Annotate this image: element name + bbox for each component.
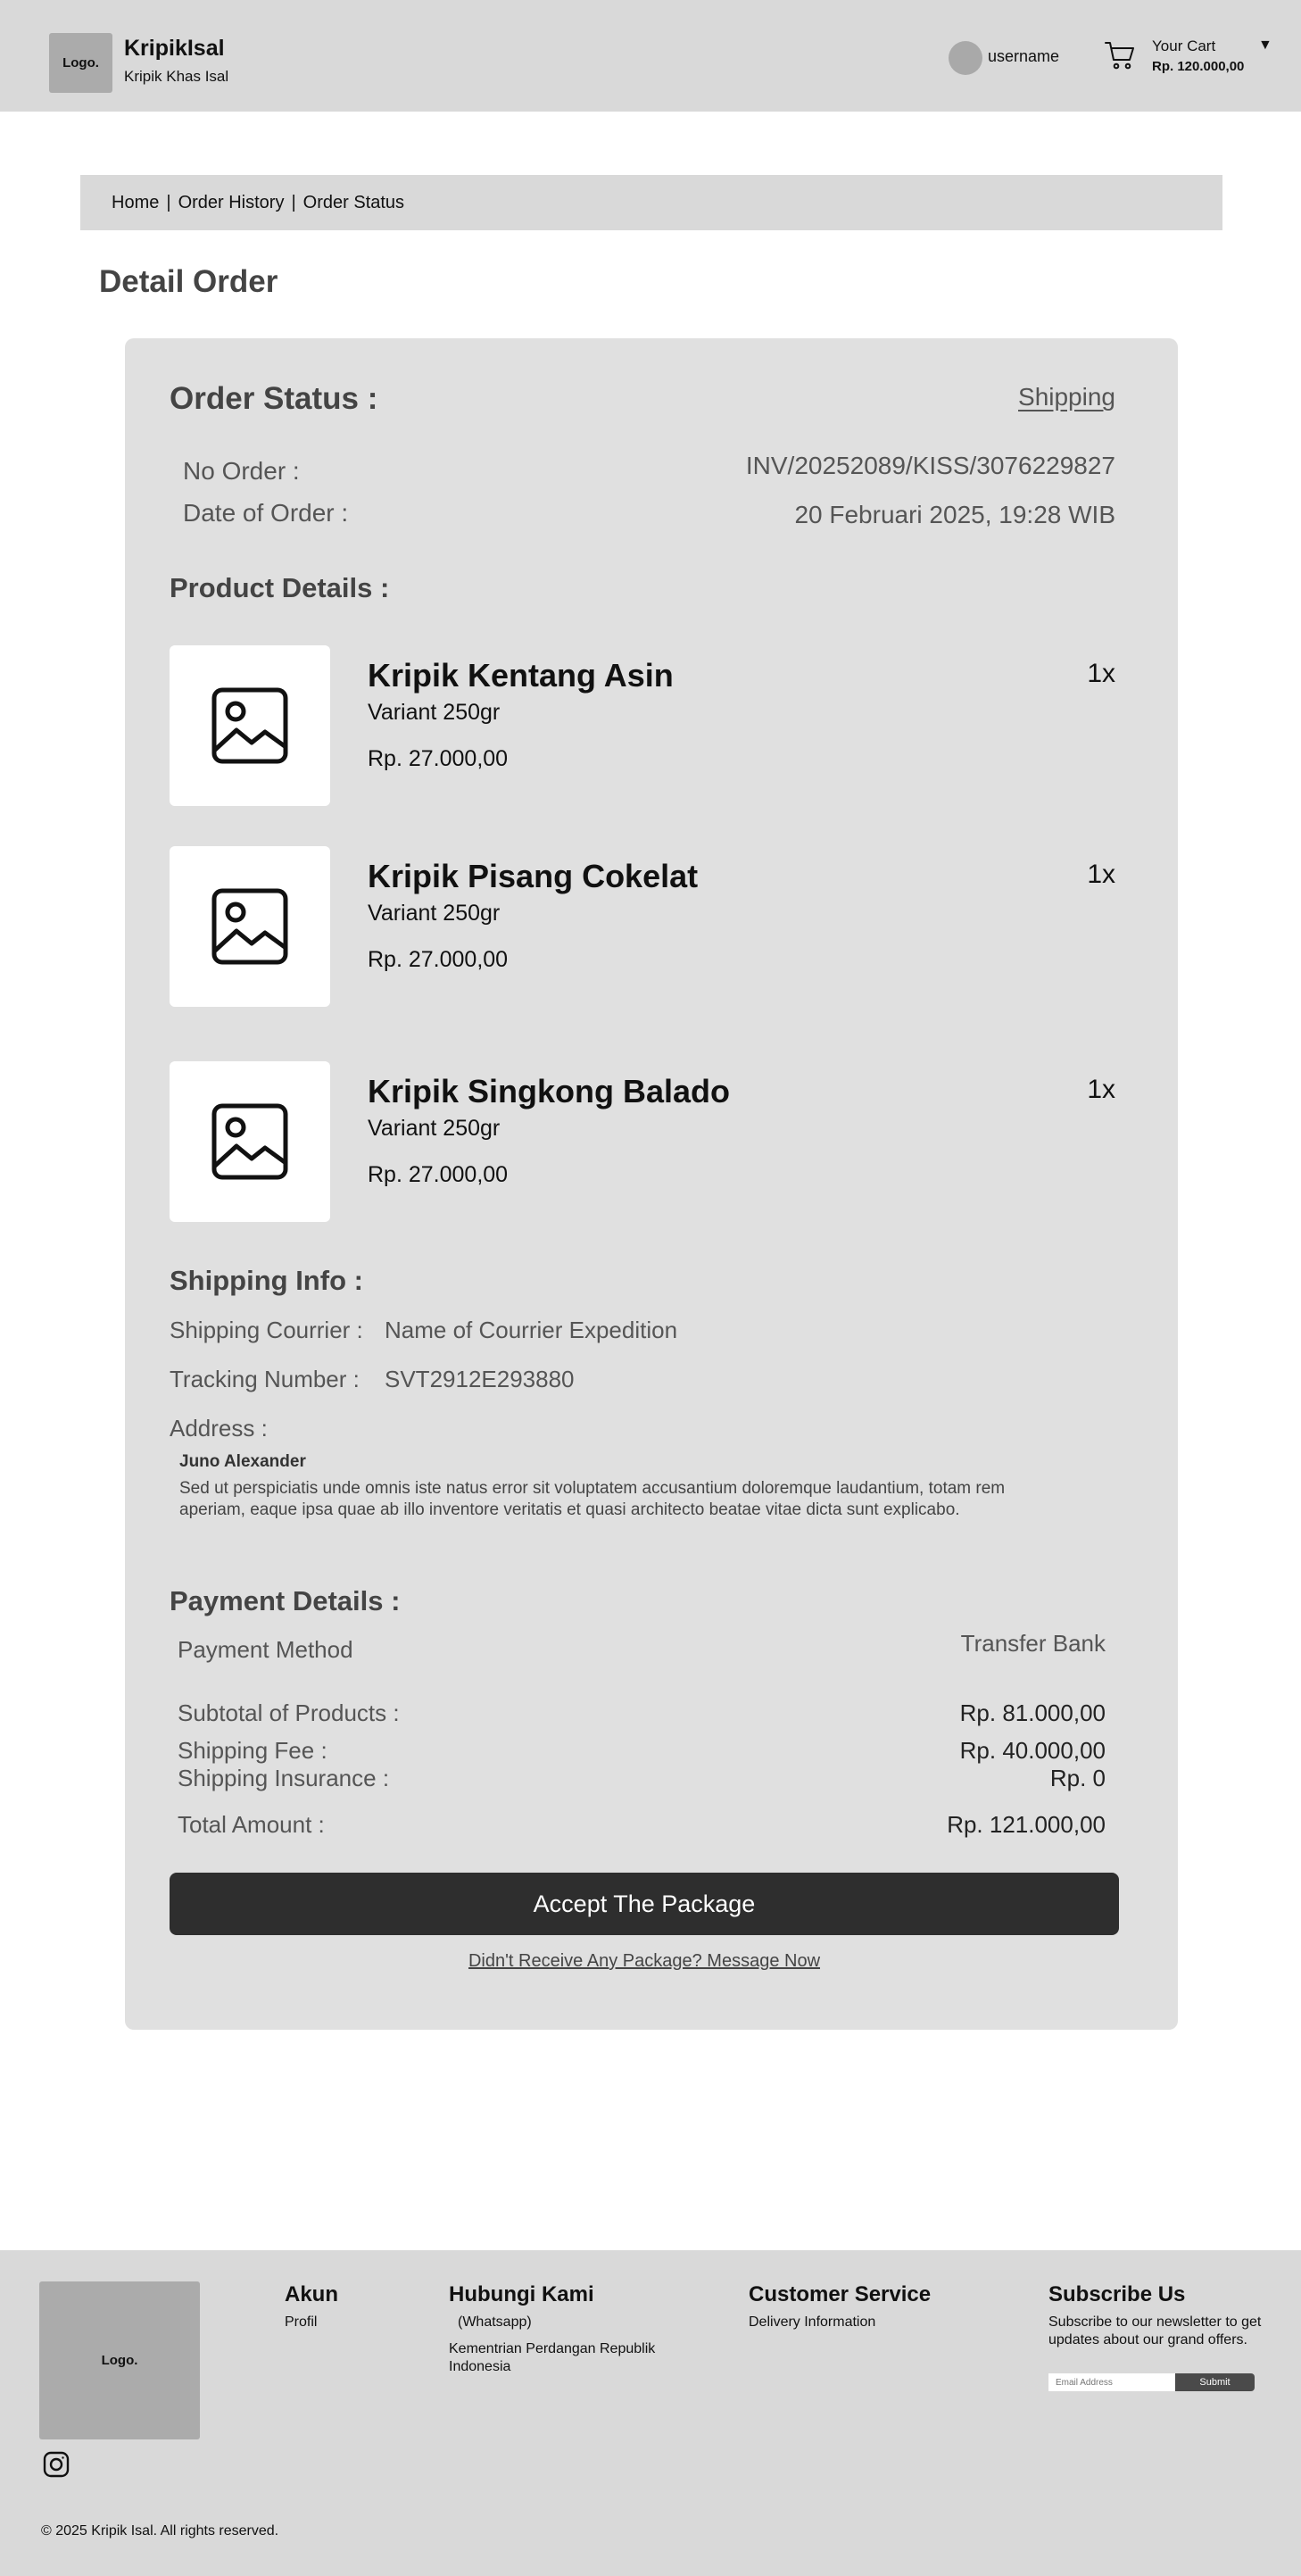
brand-name[interactable]: KripikIsal [124, 36, 225, 62]
shipping-fee-label: Shipping Fee : [178, 1737, 327, 1764]
order-status-heading: Order Status : [170, 381, 378, 416]
product-image[interactable] [170, 1061, 330, 1222]
username-label[interactable]: username [988, 47, 1059, 66]
address-label: Address : [170, 1415, 268, 1442]
page-title: Detail Order [99, 264, 278, 299]
product-price: Rp. 27.000,00 [368, 1162, 509, 1187]
no-order-value: INV/20252089/KISS/3076229827 [745, 452, 1115, 479]
order-status-value[interactable]: Shipping [1018, 383, 1115, 411]
product-variant: Variant 250gr [368, 1116, 501, 1141]
footer-address: Kementrian Perdangan Republik Indonesia [449, 2341, 656, 2374]
product-name[interactable]: Kripik Kentang Asin [368, 657, 674, 694]
product-quantity: 1x [1087, 1075, 1115, 1104]
footer-whatsapp-link[interactable]: (Whatsapp) [458, 2314, 532, 2331]
no-package-message-link[interactable]: Didn't Receive Any Package? Message Now [468, 1951, 820, 1971]
payment-details-heading: Payment Details : [170, 1585, 401, 1616]
cart-total: Rp. 120.000,00 [1152, 59, 1245, 74]
product-variant: Variant 250gr [368, 700, 501, 725]
tracking-number-label: Tracking Number : [170, 1366, 360, 1392]
breadcrumb-order-history[interactable]: Order History [178, 193, 285, 213]
product-variant: Variant 250gr [368, 901, 501, 926]
breadcrumb: Home | Order History | Order Status [80, 175, 1222, 230]
image-placeholder-icon [211, 687, 288, 764]
product-quantity: 1x [1087, 860, 1115, 889]
breadcrumb-home[interactable]: Home [112, 193, 159, 213]
product-name[interactable]: Kripik Pisang Cokelat [368, 858, 698, 895]
footer-cs-title: Customer Service [749, 2282, 932, 2306]
shipping-insurance-value: Rp. 0 [1049, 1765, 1106, 1791]
accept-package-button[interactable]: Accept The Package [170, 1873, 1119, 1935]
product-name[interactable]: Kripik Singkong Balado [368, 1073, 730, 1110]
subtotal-label: Subtotal of Products : [178, 1699, 400, 1726]
subtotal-value: Rp. 81.000,00 [959, 1699, 1106, 1726]
order-detail-card: Order Status : Shipping No Order : INV/2… [125, 338, 1178, 2030]
site-footer: Logo. Akun Profil Hubungi Kami (Whatsapp… [0, 2250, 1301, 2576]
email-field[interactable] [1048, 2373, 1175, 2391]
address-text: Sed ut perspiciatis unde omnis iste natu… [179, 1479, 1006, 1519]
subscribe-submit-button[interactable]: Submit [1175, 2373, 1255, 2391]
product-image[interactable] [170, 846, 330, 1007]
product-image[interactable] [170, 645, 330, 806]
shipping-insurance-label: Shipping Insurance : [178, 1765, 390, 1791]
instagram-icon[interactable] [42, 2450, 70, 2479]
breadcrumb-separator: | [166, 192, 171, 212]
header-logo-text: Logo. [62, 55, 99, 71]
image-placeholder-icon [211, 888, 288, 965]
recipient-name: Juno Alexander [179, 1452, 306, 1471]
footer-subscribe-title: Subscribe Us [1048, 2282, 1186, 2306]
cart-icon[interactable] [1104, 39, 1136, 71]
footer-logo[interactable]: Logo. [39, 2281, 200, 2439]
shipping-courier-value: Name of Courrier Expedition [385, 1317, 678, 1343]
shipping-fee-value: Rp. 40.000,00 [959, 1737, 1106, 1764]
payment-method-value: Transfer Bank [960, 1630, 1106, 1657]
product-price: Rp. 27.000,00 [368, 746, 509, 771]
no-package-message-link-wrap: Didn't Receive Any Package? Message Now [125, 1951, 1164, 1972]
total-amount-label: Total Amount : [178, 1811, 325, 1838]
header-logo[interactable]: Logo. [49, 33, 112, 93]
chevron-down-icon[interactable]: ▼ [1258, 37, 1272, 54]
total-amount-value: Rp. 121.000,00 [947, 1811, 1106, 1838]
image-placeholder-icon [211, 1103, 288, 1180]
shipping-info-heading: Shipping Info : [170, 1265, 363, 1296]
footer-akun-title: Akun [285, 2282, 338, 2306]
product-price: Rp. 27.000,00 [368, 947, 509, 972]
date-of-order-value: 20 Februari 2025, 19:28 WIB [794, 501, 1115, 528]
payment-method-label: Payment Method [178, 1636, 353, 1663]
no-order-label: No Order : [183, 457, 300, 485]
tracking-number-value[interactable]: SVT2912E293880 [385, 1366, 575, 1393]
cart-label[interactable]: Your Cart [1152, 37, 1215, 55]
footer-logo-text: Logo. [101, 2353, 138, 2368]
top-header: Logo. KripikIsal Kripik Khas Isal userna… [0, 0, 1301, 112]
date-of-order-label: Date of Order : [183, 499, 349, 527]
user-avatar[interactable] [949, 41, 982, 75]
breadcrumb-separator: | [291, 192, 296, 212]
copyright-text: © 2025 Kripik Isal. All rights reserved. [41, 2523, 279, 2539]
footer-profil-link[interactable]: Profil [285, 2314, 317, 2331]
footer-hubungi-title: Hubungi Kami [449, 2282, 594, 2306]
breadcrumb-order-status[interactable]: Order Status [303, 193, 404, 213]
shipping-courier-label: Shipping Courrier : [170, 1317, 363, 1343]
product-quantity: 1x [1087, 659, 1115, 688]
brand-tagline: Kripik Khas Isal [124, 68, 229, 85]
product-details-heading: Product Details : [170, 572, 390, 603]
subscribe-description: Subscribe to our newsletter to get updat… [1048, 2314, 1262, 2347]
footer-delivery-info-link[interactable]: Delivery Information [749, 2314, 875, 2331]
